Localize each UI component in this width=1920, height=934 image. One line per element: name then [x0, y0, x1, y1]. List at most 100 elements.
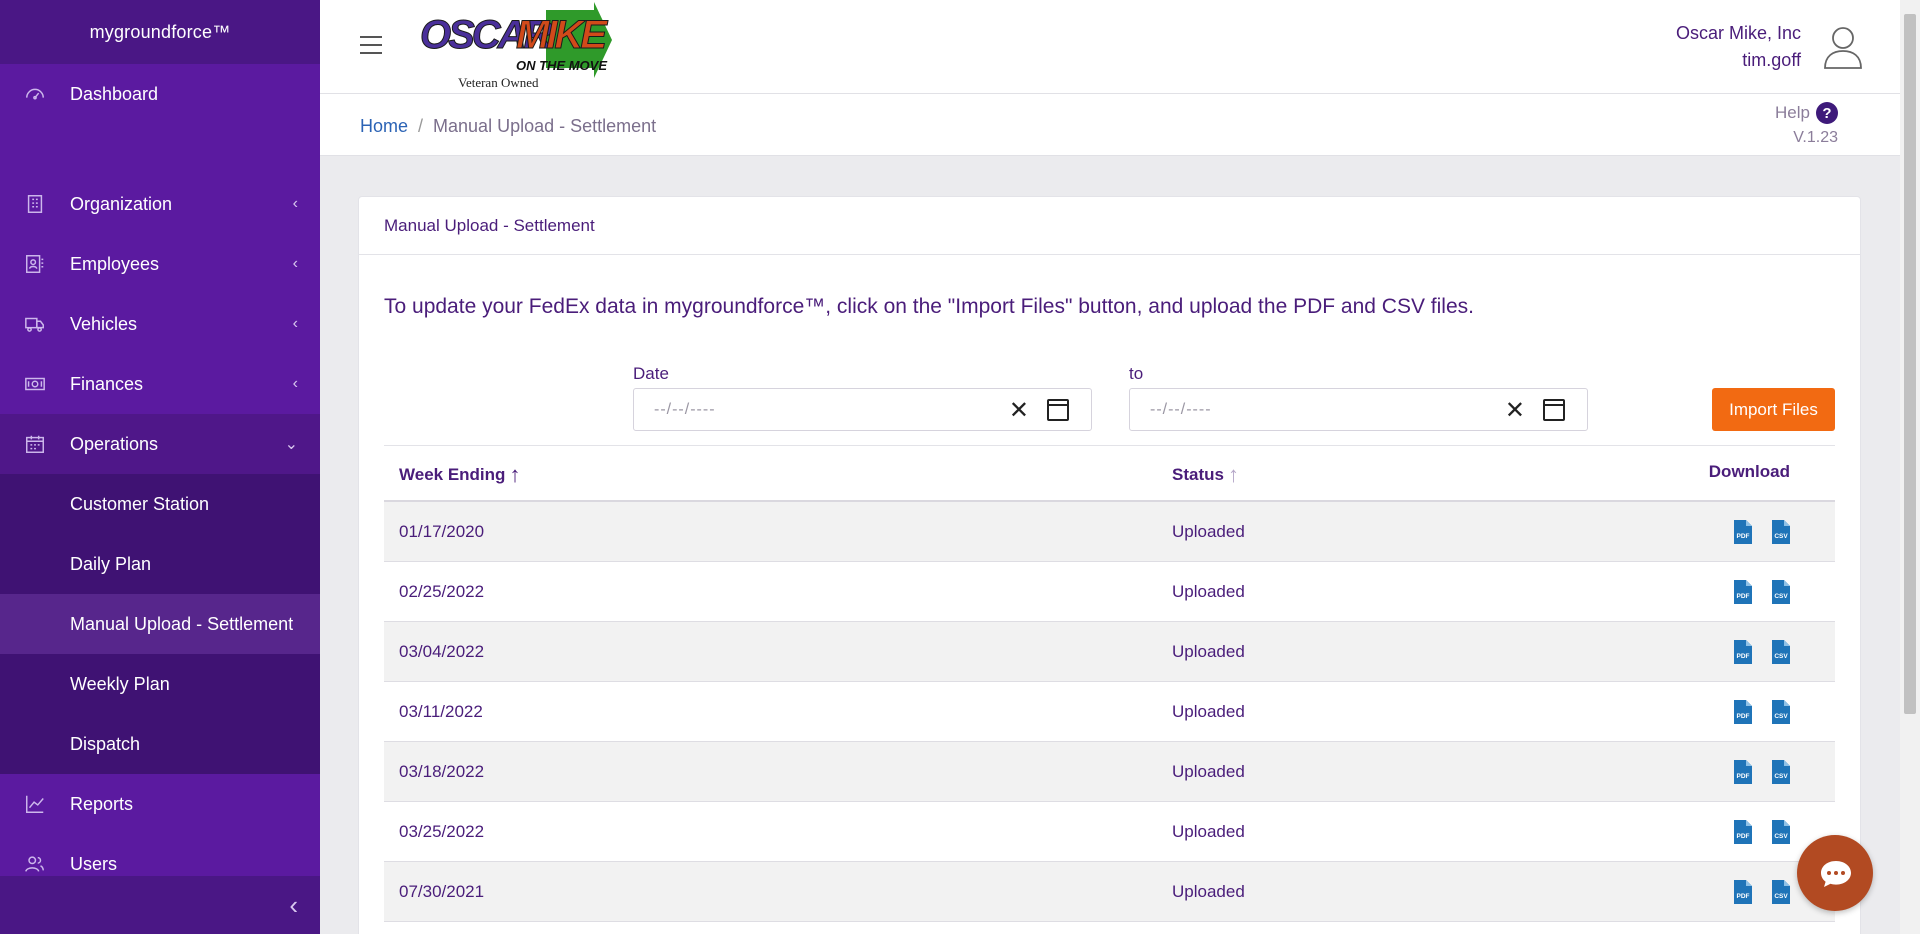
svg-text:CSV: CSV	[1774, 893, 1788, 900]
chat-button[interactable]	[1797, 835, 1873, 911]
sidebar-group-operations: Operations ⌄ Customer Station Daily Plan…	[0, 414, 320, 774]
table-body: 01/17/2020 Uploaded PDF CSV 02/25/2022 Upload…	[384, 502, 1835, 922]
sidebar-item-employees[interactable]: Employees ‹	[0, 234, 320, 294]
csv-file-icon[interactable]: CSV	[1770, 699, 1792, 725]
pdf-file-icon[interactable]: PDF	[1732, 759, 1754, 785]
date-from-input[interactable]: --/--/---- ✕	[633, 388, 1092, 431]
menu-toggle-icon[interactable]	[360, 36, 382, 54]
svg-text:PDF: PDF	[1737, 773, 1750, 780]
svg-text:PDF: PDF	[1737, 533, 1750, 540]
svg-text:CSV: CSV	[1774, 833, 1788, 840]
status-cell: Uploaded	[1172, 822, 1245, 841]
status-cell: Uploaded	[1172, 702, 1245, 721]
scrollbar-thumb[interactable]	[1904, 14, 1916, 714]
week-ending-header[interactable]: Week Ending ↑	[399, 462, 520, 488]
status-cell: Uploaded	[1172, 522, 1245, 541]
download-cell: PDF CSV	[1732, 519, 1792, 545]
breadcrumb-bar: Home / Manual Upload - Settlement Help ? V…	[320, 94, 1900, 156]
download-cell: PDF CSV	[1732, 699, 1792, 725]
svg-text:MIKE: MIKE	[516, 13, 608, 57]
chart-line-icon	[26, 795, 44, 813]
date-from-label: Date	[633, 364, 669, 383]
calendar-picker-icon[interactable]	[1047, 399, 1069, 421]
csv-file-icon[interactable]: CSV	[1770, 579, 1792, 605]
csv-file-icon[interactable]: CSV	[1770, 819, 1792, 845]
collapse-sidebar-icon[interactable]: ‹	[289, 890, 298, 921]
user-info[interactable]: Oscar Mike, Inc tim.goff	[1676, 20, 1801, 74]
table-header: Week Ending ↑ Status ↑ Download	[384, 446, 1835, 502]
svg-text:CSV: CSV	[1774, 593, 1788, 600]
user-avatar-icon[interactable]	[1823, 24, 1863, 70]
sidebar-subitem-weekly-plan[interactable]: Weekly Plan	[0, 654, 320, 714]
csv-file-icon[interactable]: CSV	[1770, 759, 1792, 785]
settlement-table: Week Ending ↑ Status ↑ Download 01/17/2020…	[384, 445, 1835, 922]
status-cell: Uploaded	[1172, 582, 1245, 601]
sort-icon: ↑	[1227, 462, 1239, 487]
sidebar-item-finances[interactable]: Finances ‹	[0, 354, 320, 414]
table-row: 07/30/2021 Uploaded PDF CSV	[384, 862, 1835, 922]
download-cell: PDF CSV	[1732, 639, 1792, 665]
sidebar-item-label: Manual Upload - Settlement	[70, 613, 294, 634]
week-ending-cell: 03/18/2022	[399, 762, 485, 781]
svg-text:PDF: PDF	[1737, 893, 1750, 900]
sidebar-item-dashboard[interactable]: Dashboard	[0, 64, 320, 124]
truck-icon	[25, 317, 44, 332]
sidebar-item-vehicles[interactable]: Vehicles ‹	[0, 294, 320, 354]
date-to-input[interactable]: --/--/---- ✕	[1129, 388, 1588, 431]
app-brand[interactable]: mygroundforce™	[0, 0, 320, 64]
clear-date-icon[interactable]: ✕	[1505, 396, 1525, 425]
sidebar-subitem-dispatch[interactable]: Dispatch	[0, 714, 320, 774]
sidebar-item-label: Reports	[70, 793, 134, 814]
import-files-button[interactable]: Import Files	[1712, 388, 1835, 431]
breadcrumb-separator: /	[418, 116, 424, 136]
table-row: 03/11/2022 Uploaded PDF CSV	[384, 682, 1835, 742]
table-row: 03/18/2022 Uploaded PDF CSV	[384, 742, 1835, 802]
pdf-file-icon[interactable]: PDF	[1732, 639, 1754, 665]
csv-file-icon[interactable]: CSV	[1770, 519, 1792, 545]
pdf-file-icon[interactable]: PDF	[1732, 819, 1754, 845]
breadcrumb-home-link[interactable]: Home	[360, 116, 408, 136]
csv-file-icon[interactable]: CSV	[1770, 639, 1792, 665]
sidebar-subitem-manual-upload-settlement[interactable]: Manual Upload - Settlement	[0, 594, 320, 654]
date-placeholder: --/--/----	[1150, 401, 1212, 418]
sidebar-subitem-daily-plan[interactable]: Daily Plan	[0, 534, 320, 594]
svg-text:PDF: PDF	[1737, 653, 1750, 660]
week-ending-cell: 02/25/2022	[399, 582, 485, 601]
page-scrollbar[interactable]	[1900, 0, 1920, 934]
chevron-left-icon: ‹	[292, 195, 298, 212]
table-row: 03/04/2022 Uploaded PDF CSV	[384, 622, 1835, 682]
sidebar-item-label: Users	[70, 853, 118, 874]
company-logo: OSCAR MIKE ON THE MOVE Veteran Owned	[420, 2, 612, 90]
pdf-file-icon[interactable]: PDF	[1732, 699, 1754, 725]
sidebar-item-label: Dashboard	[70, 83, 159, 104]
pdf-file-icon[interactable]: PDF	[1732, 879, 1754, 905]
status-cell: Uploaded	[1172, 882, 1245, 901]
chevron-down-icon: ⌄	[284, 436, 298, 453]
pdf-file-icon[interactable]: PDF	[1732, 579, 1754, 605]
sidebar-item-label: Vehicles	[70, 313, 138, 334]
chevron-left-icon: ‹	[292, 375, 298, 392]
sidebar-item-operations[interactable]: Operations ⌄	[0, 414, 320, 474]
calendar-icon	[26, 435, 44, 453]
clear-date-icon[interactable]: ✕	[1009, 396, 1029, 425]
sidebar-item-label: Weekly Plan	[70, 673, 170, 694]
sidebar-item-reports[interactable]: Reports	[0, 774, 320, 834]
csv-file-icon[interactable]: CSV	[1770, 879, 1792, 905]
sidebar: mygroundforce™ Dashboard Organization ‹ …	[0, 0, 320, 934]
help-link[interactable]: Help ?	[1775, 102, 1838, 124]
sidebar-collapse-bar: ‹	[0, 876, 320, 934]
gauge-icon	[26, 88, 44, 100]
intro-text: To update your FedEx data in mygroundfor…	[384, 295, 1474, 318]
week-ending-cell: 01/17/2020	[399, 522, 485, 541]
pdf-file-icon[interactable]: PDF	[1732, 519, 1754, 545]
sidebar-item-label: Organization	[70, 193, 173, 214]
download-cell: PDF CSV	[1732, 759, 1792, 785]
status-header[interactable]: Status ↑	[1172, 462, 1239, 488]
table-row: 01/17/2020 Uploaded PDF CSV	[384, 502, 1835, 562]
sidebar-item-organization[interactable]: Organization ‹	[0, 174, 320, 234]
svg-text:ON THE MOVE: ON THE MOVE	[516, 58, 607, 73]
breadcrumb-current: Manual Upload - Settlement	[433, 116, 657, 136]
sidebar-subitem-customer-station[interactable]: Customer Station	[0, 474, 320, 534]
calendar-picker-icon[interactable]	[1543, 399, 1565, 421]
breadcrumb: Home / Manual Upload - Settlement	[360, 116, 656, 137]
